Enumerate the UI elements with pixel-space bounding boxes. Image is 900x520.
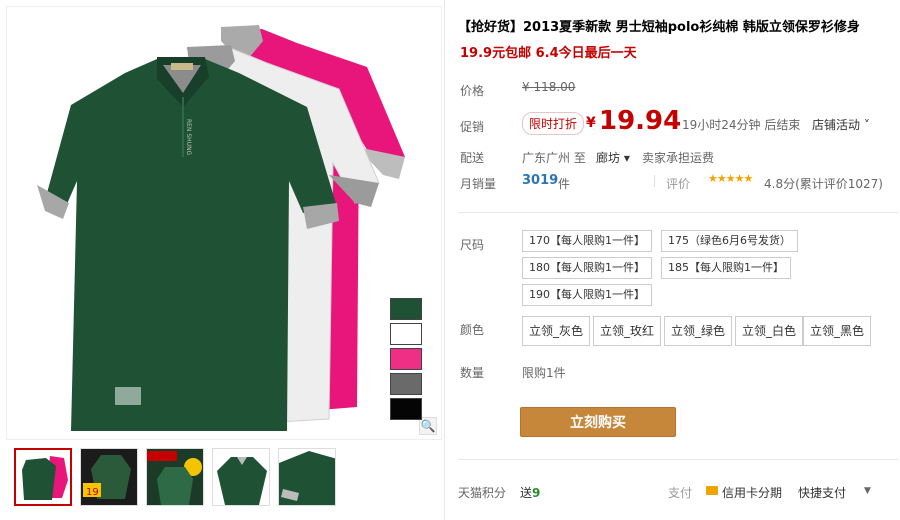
swatch-gray[interactable] bbox=[390, 373, 422, 395]
svg-text:REN SHUNG: REN SHUNG bbox=[185, 119, 192, 156]
quantity-limit: 限购1件 bbox=[522, 366, 566, 380]
currency-symbol: ¥ bbox=[586, 115, 596, 131]
thumbnail-4[interactable] bbox=[212, 448, 270, 506]
thumbnail-3[interactable] bbox=[146, 448, 204, 506]
countdown: 19小时24分钟 后结束 bbox=[682, 118, 801, 132]
divider bbox=[444, 0, 445, 520]
thumbnail-strip: 19 bbox=[14, 448, 336, 506]
main-product-image[interactable]: REN SHUNG 🔍 bbox=[6, 6, 442, 440]
size-label: 尺码 bbox=[460, 238, 485, 252]
section-divider bbox=[458, 212, 898, 213]
payment-credit-installment[interactable]: 信用卡分期 bbox=[722, 484, 782, 501]
current-price: 19.94 bbox=[599, 106, 682, 136]
rating-stars-icon: ★★★★★ bbox=[708, 172, 753, 185]
swatch-pink[interactable] bbox=[390, 348, 422, 370]
tmall-points-value: 送9 bbox=[520, 484, 540, 501]
section-divider bbox=[458, 459, 898, 460]
product-info: 【抢好货】2013夏季新款 男士短袖polo衫纯棉 韩版立领保罗衫修身 19.9… bbox=[458, 0, 898, 520]
size-option-190[interactable]: 190【每人限购1一件】 bbox=[522, 284, 652, 306]
payment-quick-pay[interactable]: 快捷支付 bbox=[798, 484, 846, 501]
thumbnail-5[interactable] bbox=[278, 448, 336, 506]
svg-text:19: 19 bbox=[86, 487, 99, 498]
points-number: 9 bbox=[532, 486, 541, 500]
sales-unit: 件 bbox=[558, 177, 571, 191]
product-title: 【抢好货】2013夏季新款 男士短袖polo衫纯棉 韩版立领保罗衫修身 bbox=[458, 20, 860, 35]
color-option-green[interactable]: 立领_绿色 bbox=[664, 316, 733, 346]
size-option-175[interactable]: 175（绿色6月6号发货） bbox=[661, 230, 798, 252]
separator bbox=[654, 175, 655, 187]
swatch-black[interactable] bbox=[390, 398, 422, 420]
swatch-white[interactable] bbox=[390, 323, 422, 345]
credit-card-icon bbox=[706, 486, 718, 495]
points-prefix: 送 bbox=[520, 486, 533, 500]
tmall-points-label: 天猫积分 bbox=[458, 486, 507, 500]
quantity-label: 数量 bbox=[460, 366, 485, 380]
color-swatches bbox=[390, 298, 422, 423]
size-option-170[interactable]: 170【每人限购1一件】 bbox=[522, 230, 652, 252]
size-option-180[interactable]: 180【每人限购1一件】 bbox=[522, 257, 652, 279]
monthly-sales-count: 3019 bbox=[522, 173, 559, 188]
shop-activity-dropdown[interactable]: 店铺活动 ˅ bbox=[812, 116, 870, 133]
color-label: 颜色 bbox=[460, 323, 485, 337]
ship-from: 广东广州 至 bbox=[522, 151, 586, 165]
color-option-gray[interactable]: 立领_灰色 bbox=[522, 316, 591, 346]
shipping-fee: 卖家承担运费 bbox=[642, 151, 715, 165]
delivery-label: 配送 bbox=[460, 151, 485, 165]
color-option-white[interactable]: 立领_白色 bbox=[735, 316, 804, 346]
color-option-rose[interactable]: 立领_玫红 bbox=[593, 316, 662, 346]
buy-now-button[interactable]: 立刻购买 bbox=[520, 407, 676, 437]
payment-label: 支付 bbox=[668, 486, 693, 500]
thumbnail-2[interactable]: 19 bbox=[80, 448, 138, 506]
price-label: 价格 bbox=[460, 84, 485, 98]
swatch-green[interactable] bbox=[390, 298, 422, 320]
original-price: ¥ 118.00 bbox=[522, 80, 576, 94]
chevron-down-icon[interactable]: ▼ bbox=[864, 486, 871, 496]
promo-label: 促销 bbox=[460, 120, 485, 134]
rating-label: 评价 bbox=[666, 177, 691, 191]
size-option-185[interactable]: 185【每人限购1一件】 bbox=[661, 257, 791, 279]
product-gallery: REN SHUNG 🔍 19 bbox=[0, 0, 444, 520]
rating-summary[interactable]: 4.8分(累计评价1027) bbox=[764, 175, 883, 192]
color-option-black[interactable]: 立领_黑色 bbox=[803, 316, 872, 346]
promo-tag: 限时打折 bbox=[522, 112, 585, 135]
product-subtitle: 19.9元包邮 6.4今日最后一天 bbox=[460, 46, 637, 61]
monthly-sales-label: 月销量 bbox=[460, 177, 497, 191]
thumbnail-1[interactable] bbox=[14, 448, 72, 506]
ship-to-dropdown[interactable]: 廊坊 ▾ bbox=[596, 149, 630, 166]
